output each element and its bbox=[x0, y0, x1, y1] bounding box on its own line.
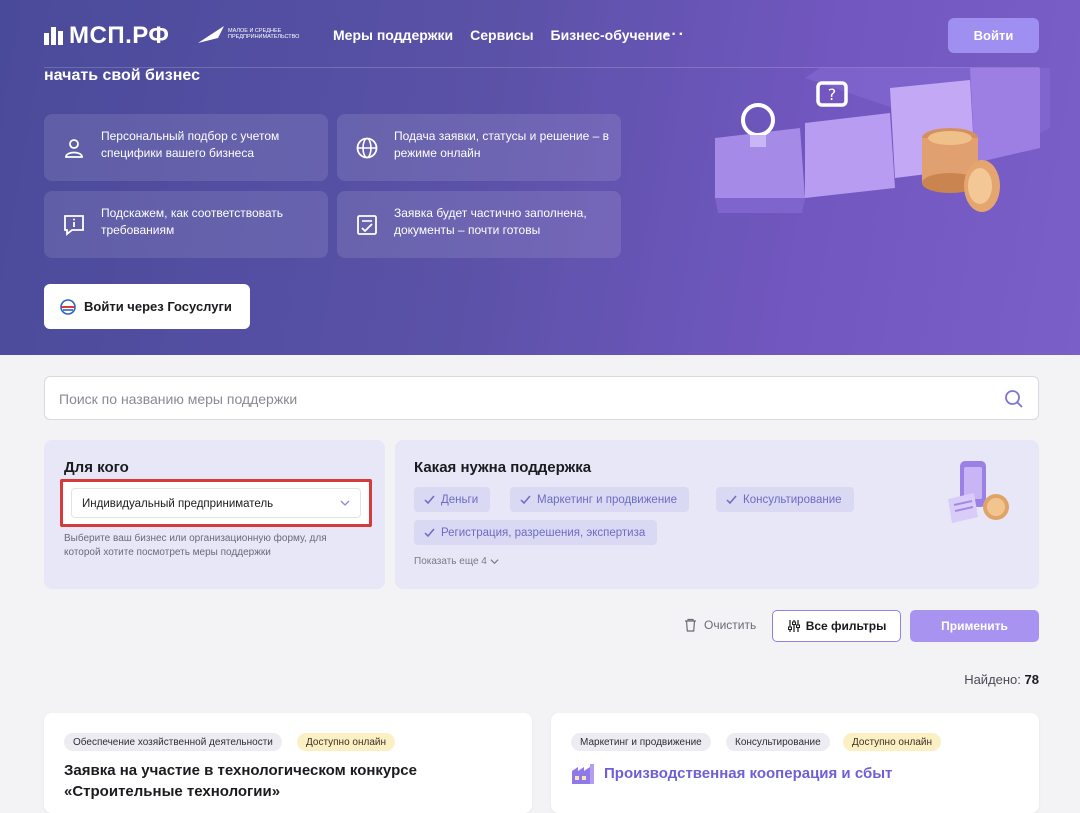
support-card[interactable]: Маркетинг и продвижение Консультирование… bbox=[551, 713, 1039, 813]
top-navbar: МСП.РФ МАЛОЕ И СРЕДНЕЕ ПРЕДПРИНИМАТЕЛЬСТ… bbox=[0, 0, 1080, 68]
card-tag: Маркетинг и продвижение bbox=[571, 733, 711, 751]
chip-label: Деньги bbox=[441, 493, 479, 506]
search-input[interactable]: Поиск по названию меры поддержки bbox=[59, 391, 297, 407]
clear-label: Очистить bbox=[704, 618, 757, 632]
results-count: Найдено: 78 bbox=[964, 672, 1039, 687]
card-title[interactable]: Производственная кооперация и сбыт bbox=[604, 763, 1024, 784]
card-tag-online: Доступно онлайн bbox=[297, 733, 396, 751]
support-card[interactable]: Обеспечение хозяйственной деятельности Д… bbox=[44, 713, 532, 813]
feature-personal-selection: Персональный подбор с учетом специфики в… bbox=[44, 114, 328, 181]
chip-label: Регистрация, разрешения, экспертиза bbox=[441, 526, 646, 539]
select-hint: Выберите ваш бизнес или организационную … bbox=[64, 533, 327, 558]
partner-wing-icon bbox=[198, 26, 224, 43]
phone-coins-illustration bbox=[948, 461, 1009, 523]
feature-online-application: Подача заявки, статусы и решение – в реж… bbox=[337, 114, 621, 181]
nav-support-measures[interactable]: Меры поддержки bbox=[333, 27, 453, 43]
hero-banner: МСП.РФ МАЛОЕ И СРЕДНЕЕ ПРЕДПРИНИМАТЕЛЬСТ… bbox=[0, 0, 1080, 355]
feature-prefilled-application: Заявка будет частично заполнена, докумен… bbox=[337, 191, 621, 258]
gosuslugi-icon bbox=[60, 298, 76, 315]
card-tag-online: Доступно онлайн bbox=[843, 733, 942, 751]
nav-business-education[interactable]: Бизнес-обучение bbox=[551, 27, 671, 43]
partner-text: МАЛОЕ И СРЕДНЕЕ ПРЕДПРИНИМАТЕЛЬСТВО bbox=[228, 28, 300, 40]
sliders-icon bbox=[787, 620, 800, 632]
show-more-link[interactable]: Показать еще 4 bbox=[414, 556, 499, 567]
nav-services[interactable]: Сервисы bbox=[470, 27, 533, 43]
all-filters-button[interactable]: Все фильтры bbox=[772, 610, 901, 642]
business-type-select[interactable]: Индивидуальный предприниматель bbox=[71, 488, 361, 518]
card-title-line: «Строительные технологии» bbox=[64, 783, 281, 800]
chevron-down-icon bbox=[340, 500, 350, 506]
globe-icon bbox=[356, 137, 378, 159]
factory-icon bbox=[572, 764, 594, 784]
svg-text:?: ? bbox=[828, 85, 837, 104]
show-more-label: Показать еще 4 bbox=[414, 556, 487, 567]
check-icon bbox=[520, 495, 531, 505]
ellipsis-icon[interactable]: ··· bbox=[664, 26, 686, 44]
select-value: Индивидуальный предприниматель bbox=[82, 498, 274, 510]
card-tag: Консультирование bbox=[726, 733, 830, 751]
search-icon[interactable] bbox=[1004, 389, 1024, 409]
chip-money[interactable]: Деньги bbox=[414, 487, 491, 512]
logo-bars-icon bbox=[44, 27, 63, 45]
chip-marketing[interactable]: Маркетинг и продвижение bbox=[510, 487, 689, 512]
feature-requirements-help: Подскажем, как соответствовать требовани… bbox=[44, 191, 328, 258]
chip-registration[interactable]: Регистрация, разрешения, экспертиза bbox=[414, 520, 658, 545]
checklist-icon bbox=[357, 215, 377, 235]
partner-logo: МАЛОЕ И СРЕДНЕЕ ПРЕДПРИНИМАТЕЛЬСТВО bbox=[198, 24, 300, 44]
hero-illustration: ? bbox=[715, 68, 1050, 213]
panel-title: Какая нужна поддержка bbox=[414, 459, 592, 476]
card-tag: Обеспечение хозяйственной деятельности bbox=[64, 733, 282, 751]
hero-title: начать свой бизнес bbox=[44, 67, 200, 84]
chip-label: Консультирование bbox=[743, 493, 842, 506]
card-title-line: Заявка на участие в технологическом конк… bbox=[64, 762, 417, 779]
feature-text: Персональный подбор с учетом специфики в… bbox=[101, 129, 280, 160]
clear-filters-button[interactable]: Очистить bbox=[684, 618, 756, 632]
check-icon bbox=[726, 495, 737, 505]
gosuslugi-label: Войти через Госуслуги bbox=[84, 299, 232, 314]
chip-label: Маркетинг и продвижение bbox=[537, 493, 677, 506]
panel-title: Для кого bbox=[64, 459, 129, 476]
info-chat-icon bbox=[64, 215, 84, 236]
check-icon bbox=[424, 528, 435, 538]
search-bar[interactable]: Поиск по названию меры поддержки bbox=[44, 376, 1039, 420]
chip-consulting[interactable]: Консультирование bbox=[716, 487, 854, 512]
apply-button[interactable]: Применить bbox=[910, 610, 1039, 642]
found-count: 78 bbox=[1024, 672, 1039, 687]
logo-text: МСП.РФ bbox=[69, 22, 170, 49]
feature-text: Подскажем, как соответствовать требовани… bbox=[101, 206, 284, 237]
trash-icon bbox=[685, 618, 696, 632]
login-button[interactable]: Войти bbox=[948, 18, 1039, 53]
person-icon bbox=[65, 139, 83, 158]
card-title[interactable]: Заявка на участие в технологическом конк… bbox=[64, 760, 514, 802]
business-type-select-highlight: Индивидуальный предприниматель bbox=[60, 479, 372, 527]
chevron-down-icon bbox=[490, 559, 499, 565]
all-filters-label: Все фильтры bbox=[805, 619, 887, 633]
found-label: Найдено: bbox=[964, 672, 1021, 687]
check-icon bbox=[424, 495, 435, 505]
gosuslugi-login-button[interactable]: Войти через Госуслуги bbox=[44, 284, 250, 329]
main-nav: Меры поддержки Сервисы Бизнес-обучение bbox=[333, 27, 670, 43]
feature-text: Заявка будет частично заполнена, докумен… bbox=[394, 206, 587, 237]
msp-logo[interactable]: МСП.РФ bbox=[44, 22, 169, 50]
feature-text: Подача заявки, статусы и решение – в реж… bbox=[394, 129, 610, 160]
